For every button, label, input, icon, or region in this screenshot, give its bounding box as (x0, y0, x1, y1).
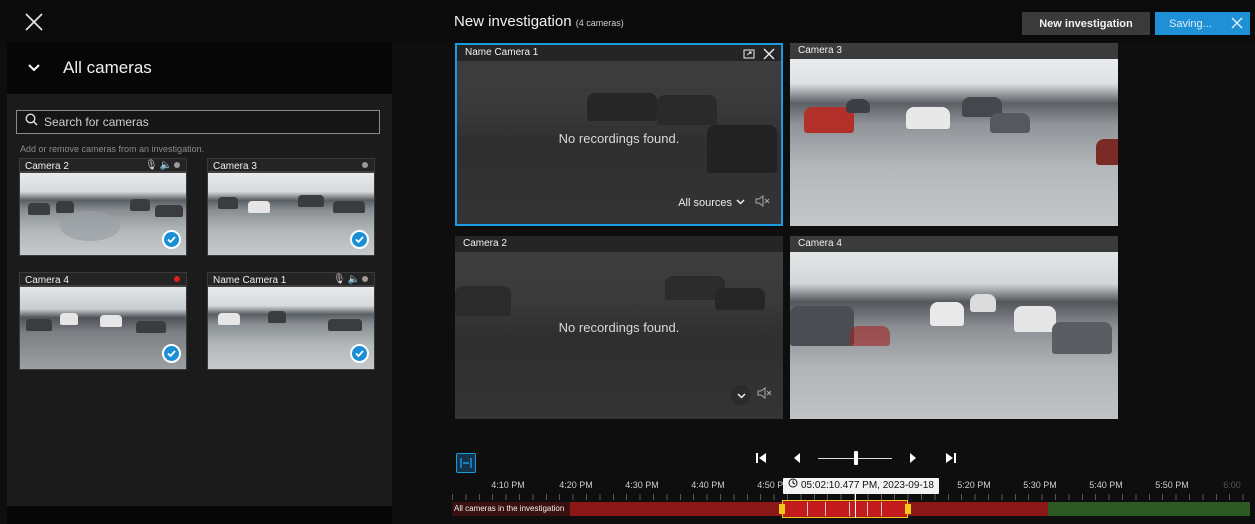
status-dot (362, 276, 368, 282)
speed-slider-thumb[interactable] (854, 451, 858, 465)
tick-label: 4:20 PM (559, 480, 593, 490)
tile-camera-name: Camera 3 (790, 43, 1118, 59)
camera-thumbnail[interactable]: Name Camera 1 🎙🔈 (207, 272, 375, 370)
panel-footer (7, 506, 392, 524)
selected-check-icon[interactable] (350, 230, 369, 249)
investigation-name: New investigation (454, 13, 572, 30)
no-recordings-message: No recordings found. (558, 131, 680, 146)
camera-preview (20, 285, 186, 369)
mute-icon[interactable] (757, 386, 773, 404)
tick-label: 6:00 (1223, 480, 1241, 490)
fit-timeline-icon[interactable] (456, 453, 476, 473)
recording-dot (174, 276, 180, 282)
tick-label: 5:20 PM (957, 480, 991, 490)
recording-track[interactable]: All cameras in the investigation (452, 500, 1250, 518)
camera-name: Name Camera 1 (213, 274, 287, 286)
skip-end-icon[interactable] (944, 451, 958, 470)
close-icon[interactable] (1231, 17, 1243, 32)
status-dot (362, 162, 368, 168)
selected-check-icon[interactable] (350, 344, 369, 363)
step-back-icon[interactable] (792, 451, 802, 470)
saving-button[interactable]: Saving... (1155, 12, 1250, 35)
chevron-down-icon (27, 61, 41, 75)
camera-preview (20, 171, 186, 255)
tile-camera-name: Camera 4 (790, 236, 1118, 252)
tick-label: 5:50 PM (1155, 480, 1189, 490)
close-icon[interactable] (24, 12, 44, 32)
selection-start-handle[interactable] (779, 504, 785, 514)
section-title: All cameras (63, 58, 152, 77)
camera-view (790, 43, 1118, 226)
camera-tile[interactable]: Camera 2 No recordings found. (455, 236, 783, 419)
camera-name: Camera 2 (25, 160, 69, 172)
camera-preview (208, 285, 374, 369)
tick-label: 5:40 PM (1089, 480, 1123, 490)
no-recordings-message: No recordings found. (558, 320, 680, 335)
camera-tile-selected[interactable]: Name Camera 1 No recordings found. All s… (455, 43, 783, 226)
recording-segment-green (1048, 502, 1250, 516)
camera-name: Camera 4 (25, 274, 69, 286)
camera-thumbnail[interactable]: Camera 3 (207, 158, 375, 256)
camera-tile[interactable]: Camera 3 (790, 43, 1118, 226)
camera-count: (4 cameras) (575, 18, 624, 28)
clock-icon (788, 478, 798, 494)
sources-label: All sources (678, 196, 732, 209)
track-label: All cameras in the investigation (454, 504, 565, 513)
camera-view (790, 236, 1118, 419)
hint-text: Add or remove cameras from an investigat… (20, 144, 205, 154)
current-time: 05:02:10.477 PM, 2023-09-18 (801, 480, 934, 491)
selected-check-icon[interactable] (162, 344, 181, 363)
investigation-title: New investigation (4 cameras) (454, 13, 624, 30)
search-box[interactable] (16, 110, 380, 134)
time-selection[interactable] (779, 500, 911, 518)
step-forward-icon[interactable] (908, 451, 918, 470)
search-input[interactable] (44, 115, 364, 129)
chevron-down-icon[interactable] (731, 385, 751, 405)
selected-check-icon[interactable] (162, 230, 181, 249)
tick-label: 4:40 PM (691, 480, 725, 490)
tick-label: 5:30 PM (1023, 480, 1057, 490)
new-investigation-button[interactable]: New investigation (1022, 12, 1150, 35)
current-time-badge: 05:02:10.477 PM, 2023-09-18 (783, 478, 939, 494)
playhead[interactable] (855, 494, 856, 518)
all-cameras-header[interactable]: All cameras (7, 42, 392, 94)
camera-list-panel: All cameras Add or remove cameras from a… (7, 42, 392, 524)
close-icon[interactable] (763, 47, 775, 65)
speaker-icon: 🔈 (159, 160, 174, 171)
fullscreen-icon[interactable] (743, 47, 755, 65)
mute-icon[interactable] (755, 195, 771, 210)
microphone-icon: 🎙 (332, 274, 348, 285)
skip-start-icon[interactable] (754, 451, 768, 470)
camera-name: Camera 3 (213, 160, 257, 172)
camera-thumbnail[interactable]: Camera 4 (19, 272, 187, 370)
tile-camera-name: Camera 2 (455, 236, 783, 252)
speaker-icon: 🔈 (347, 274, 362, 285)
tick-label: 4:10 PM (491, 480, 525, 490)
saving-label: Saving... (1169, 17, 1212, 30)
camera-preview (208, 171, 374, 255)
playback-controls (748, 448, 968, 468)
camera-tile[interactable]: Camera 4 (790, 236, 1118, 419)
tick-label: 4:30 PM (625, 480, 659, 490)
status-dot (174, 162, 180, 168)
selection-end-handle[interactable] (905, 504, 911, 514)
sources-dropdown[interactable]: All sources (678, 195, 771, 210)
chevron-down-icon (736, 197, 745, 209)
camera-thumbnail[interactable]: Camera 2 🎙🔈 (19, 158, 187, 256)
microphone-icon: 🎙 (144, 160, 160, 171)
search-icon (25, 113, 38, 131)
tile-camera-name: Name Camera 1 (457, 45, 781, 61)
